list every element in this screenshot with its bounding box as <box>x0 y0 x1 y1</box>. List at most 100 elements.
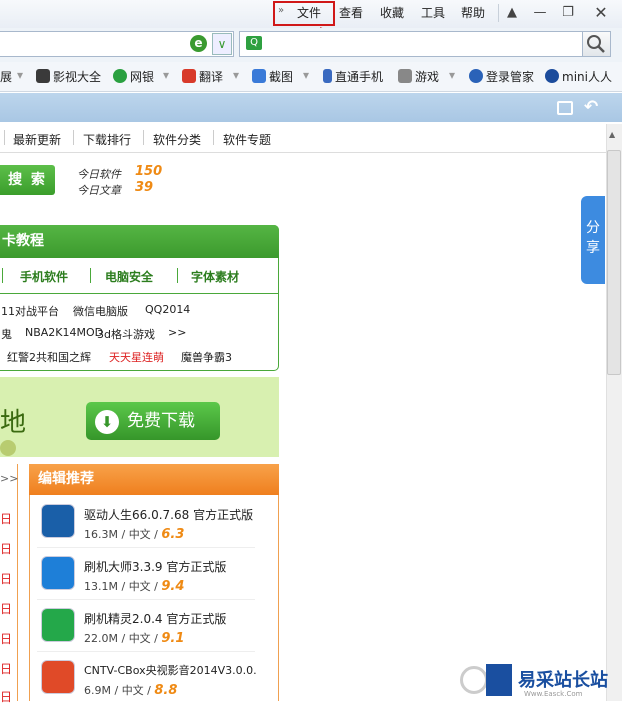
divider <box>37 599 255 600</box>
menu-help[interactable]: 帮助 <box>461 4 485 21</box>
tutorial-link[interactable]: 微信电脑版 <box>73 303 128 319</box>
today-article-label: 今日文章 <box>77 184 121 197</box>
tutorial-link[interactable]: 红警2共和国之辉 <box>7 349 91 365</box>
skin-button[interactable]: ▲ <box>500 2 524 24</box>
chevron-down-icon[interactable]: ▾ <box>449 68 455 82</box>
divider <box>0 293 279 294</box>
scrollbar-thumb[interactable] <box>607 150 621 375</box>
undo-close-icon[interactable]: ↶ <box>584 97 598 117</box>
fav-movies[interactable]: 影视大全 <box>36 68 101 85</box>
watermark-text: 易采站长站 <box>518 670 608 691</box>
chevron-down-icon[interactable]: ▾ <box>233 68 239 82</box>
app-name[interactable]: 刷机大师3.3.9 官方正式版 <box>84 558 226 575</box>
chevron-down-icon[interactable]: ▾ <box>163 68 169 82</box>
list-item[interactable]: 日 <box>0 570 12 587</box>
scroll-up-icon[interactable]: ▲ <box>609 130 615 139</box>
chevron-down-icon[interactable]: ▾ <box>17 68 23 82</box>
restore-icon: ❐ <box>562 5 574 20</box>
shirt-icon: ▲ <box>507 5 517 20</box>
fav-bank[interactable]: 网银 <box>113 68 154 85</box>
divider <box>37 547 255 548</box>
app-meta: 16.3M / 中文 / 6.3 <box>84 527 185 542</box>
divider <box>90 268 91 283</box>
app-name[interactable]: 刷机精灵2.0.4 官方正式版 <box>84 610 226 627</box>
renren-icon <box>545 69 559 83</box>
today-software-value: 150 <box>135 164 163 179</box>
divider <box>177 268 178 283</box>
list-item[interactable]: 日 <box>0 630 12 647</box>
app-meta: 22.0M / 中文 / 9.1 <box>84 631 185 646</box>
app-meta: 6.9M / 中文 / 8.8 <box>84 683 178 698</box>
phone-icon <box>323 69 332 83</box>
free-download-button[interactable]: ⬇ 免费下载 <box>86 402 220 440</box>
watermark-logo-icon <box>486 664 512 696</box>
list-item[interactable]: 日 <box>0 688 12 705</box>
menu-view[interactable]: 查看 <box>339 4 363 21</box>
menu-tools[interactable]: 工具 <box>421 4 445 21</box>
list-item[interactable]: 日 <box>0 660 12 677</box>
tutorial-link[interactable]: 魔兽争霸3 <box>181 349 232 365</box>
bank-icon <box>113 69 127 83</box>
banner-decoration <box>0 440 16 456</box>
app-name[interactable]: CNTV-CBox央视影音2014V3.0.0. <box>84 662 257 678</box>
tutorial-cat-security[interactable]: 电脑安全 <box>105 268 153 285</box>
editor-recommend-title: 编辑推荐 <box>29 464 279 495</box>
list-item[interactable]: 日 <box>0 600 12 617</box>
chevron-down-icon[interactable]: ∨ <box>212 33 232 55</box>
app-icon[interactable] <box>41 556 75 590</box>
ie-mode-icon[interactable]: e <box>190 35 207 52</box>
tutorial-link[interactable]: 3d格斗游戏 <box>97 326 155 342</box>
translate-icon <box>182 69 196 83</box>
tutorial-link[interactable]: NBA2K14MOD <box>25 326 103 339</box>
fav-mini-renren[interactable]: mini人人 <box>545 68 612 85</box>
divider <box>143 130 144 145</box>
fav-login-manager[interactable]: 登录管家 <box>469 68 534 85</box>
app-name[interactable]: 驱动人生66.0.7.68 官方正式版 <box>84 506 253 523</box>
tutorial-cat-fonts[interactable]: 字体素材 <box>191 268 239 285</box>
nav-category[interactable]: 软件分类 <box>153 131 201 148</box>
minimize-button[interactable]: — <box>528 2 552 24</box>
tutorial-cat-phone[interactable]: 手机软件 <box>20 268 68 285</box>
watermark: 易采站长站 Www.Easck.Com <box>460 662 622 701</box>
divider <box>498 4 499 22</box>
fav-screenshot[interactable]: 截图 <box>252 68 293 85</box>
app-icon[interactable] <box>41 504 75 538</box>
tutorial-link[interactable]: 鬼 <box>1 326 12 342</box>
restore-button[interactable]: ❐ <box>556 2 580 24</box>
divider <box>73 130 74 145</box>
app-icon[interactable] <box>41 608 75 642</box>
share-tab[interactable]: 分享 <box>581 196 605 284</box>
search-input[interactable] <box>239 31 583 57</box>
search-engine-icon[interactable]: Q <box>246 36 262 50</box>
chevron-down-icon[interactable]: ▾ <box>303 68 309 82</box>
fav-translate[interactable]: 翻译 <box>182 68 223 85</box>
close-button[interactable]: ✕ <box>589 2 613 24</box>
divider <box>4 130 5 145</box>
app-icon[interactable] <box>41 660 75 694</box>
more-arrow[interactable]: >> <box>0 472 18 485</box>
tutorial-link[interactable]: 天天星连萌 <box>109 349 164 365</box>
nav-latest[interactable]: 最新更新 <box>13 131 61 148</box>
divider <box>213 130 214 145</box>
divider <box>2 268 3 283</box>
fav-games[interactable]: 游戏 <box>398 68 439 85</box>
fav-phone[interactable]: 直通手机 <box>323 68 383 85</box>
tutorial-link[interactable]: QQ2014 <box>145 303 190 316</box>
list-item[interactable]: 日 <box>0 540 12 557</box>
fav-item-partial[interactable]: 展 <box>0 68 12 85</box>
tab-strip <box>0 93 622 122</box>
nav-ranking[interactable]: 下载排行 <box>83 131 131 148</box>
tutorial-more-link[interactable]: >> <box>168 326 186 339</box>
list-item[interactable]: 日 <box>0 510 12 527</box>
minimize-icon: — <box>533 5 547 20</box>
tutorial-link[interactable]: 11对战平台 <box>1 303 59 319</box>
watermark-logo <box>460 666 488 694</box>
menu-favorites[interactable]: 收藏 <box>380 4 404 21</box>
scissors-icon <box>252 69 266 83</box>
search-button[interactable] <box>583 31 611 57</box>
download-arrow-icon: ⬇ <box>95 410 119 434</box>
new-tab-icon[interactable] <box>557 101 573 115</box>
nav-topics[interactable]: 软件专题 <box>223 131 271 148</box>
search-icon <box>587 35 605 53</box>
site-search-button[interactable]: 搜 索 <box>0 165 55 195</box>
